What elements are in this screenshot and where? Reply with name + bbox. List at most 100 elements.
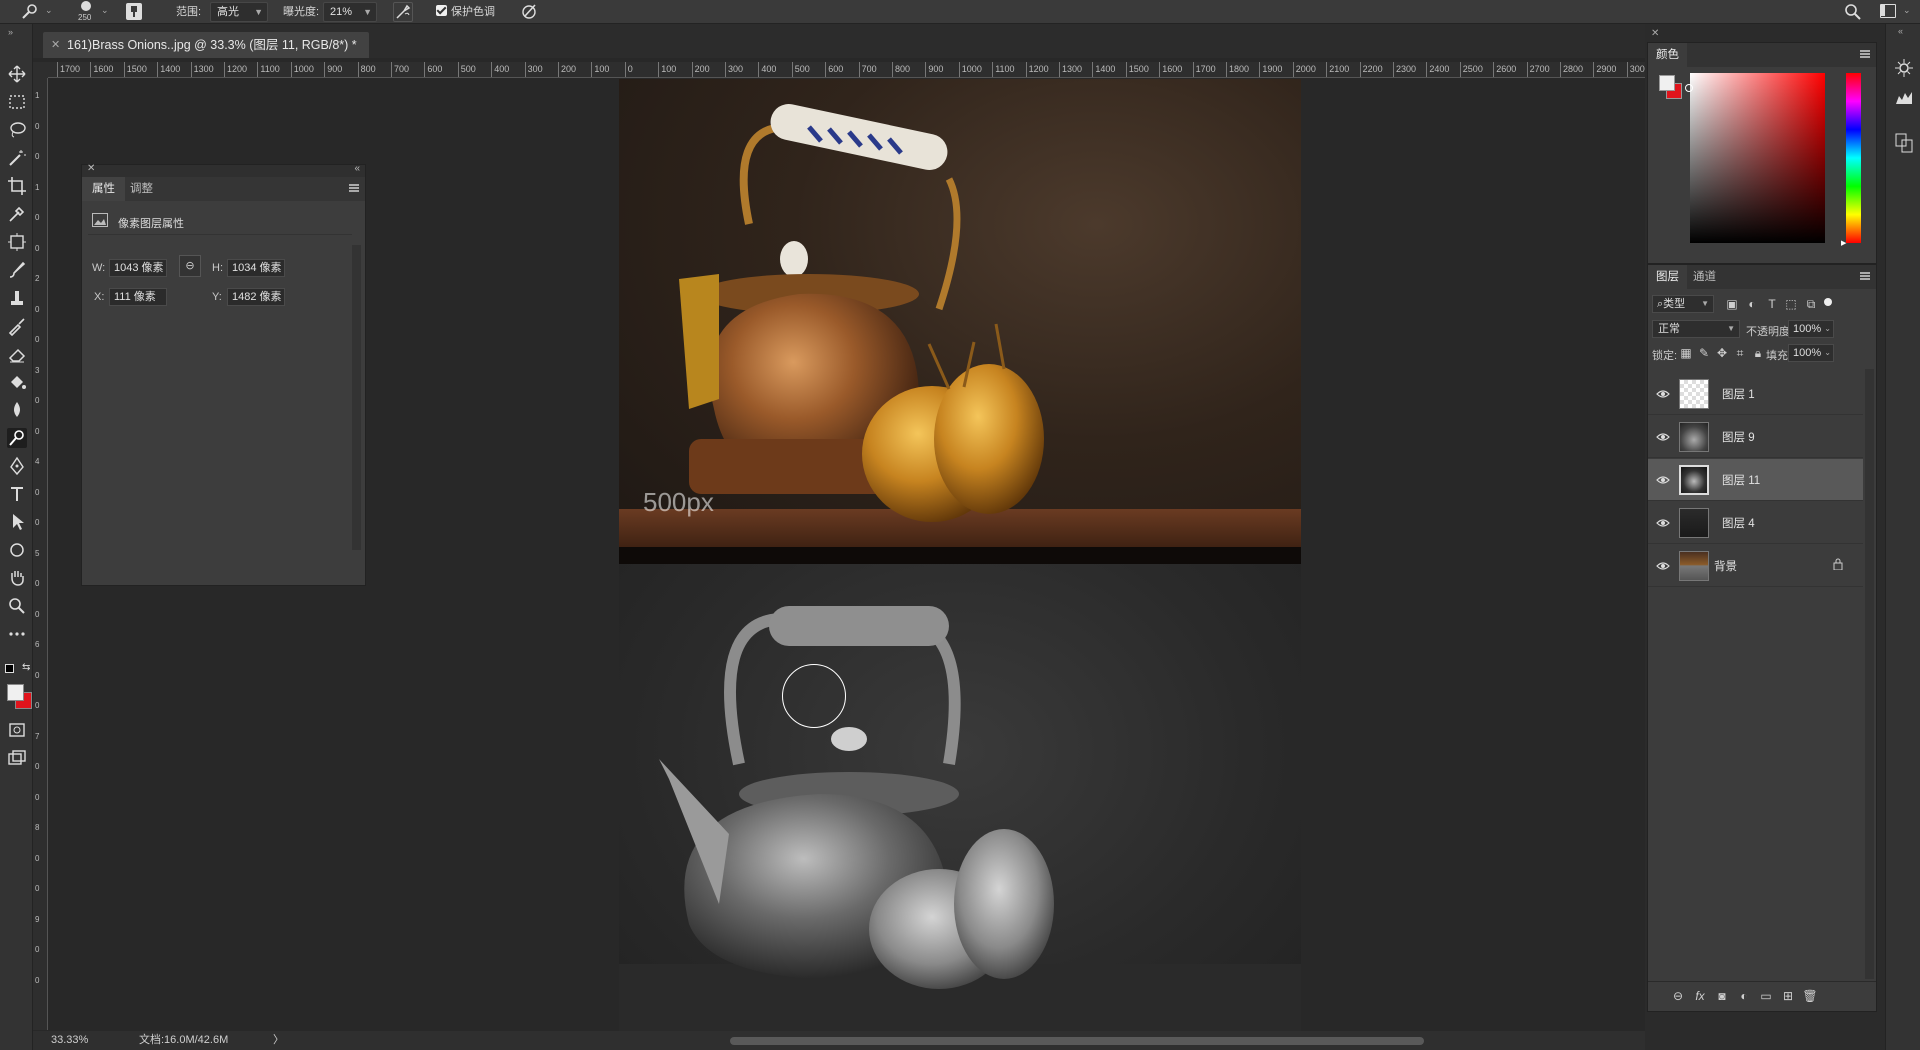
tab-adjustments[interactable]: 调整 [120,177,163,201]
document-tab[interactable]: ✕ 161)Brass Onions..jpg @ 33.3% (图层 11, … [43,32,369,58]
width-field[interactable]: 1043 像素 [109,259,167,277]
smart-object-filter-icon[interactable]: ⧉ [1803,296,1819,312]
chevron-down-icon[interactable]: ⌄ [101,5,109,16]
panel-menu-icon[interactable] [1860,50,1870,58]
lock-position-icon[interactable]: ✥ [1714,345,1730,361]
status-menu-arrow[interactable]: 〉 [273,1031,284,1050]
eraser-tool-icon[interactable] [7,344,27,364]
hue-slider-handle[interactable]: ▶ [1841,239,1846,247]
swap-colors-icon[interactable]: ⇆ [22,662,30,673]
workspace-icon[interactable] [1880,4,1896,18]
ellipse-tool-icon[interactable] [7,540,27,560]
tab-channels[interactable]: 通道 [1685,265,1724,289]
frame-tool-icon[interactable] [7,232,27,252]
hue-slider[interactable] [1846,73,1861,243]
blur-tool-icon[interactable] [7,400,27,420]
lasso-tool-icon[interactable] [7,120,27,140]
brightness-icon[interactable] [1894,58,1914,78]
protect-tones-checkbox[interactable]: 保护色调 [436,3,495,21]
brush-preview-icon[interactable] [78,0,94,12]
filter-toggle-icon[interactable] [1824,298,1832,306]
foreground-color-swatch[interactable] [7,684,24,701]
layer-row-selected[interactable]: 图层 11 [1648,459,1863,501]
collapse-toolbar-icon[interactable]: » [8,27,13,37]
vertical-ruler[interactable]: 1 0 0 1 0 0 2 0 0 3 0 0 4 0 0 5 0 0 6 0 0 7 0 0 8 0 0 9 0 0 [33,78,48,1030]
new-group-icon[interactable]: ▭ [1758,988,1774,1004]
color-field[interactable] [1690,73,1825,243]
search-icon[interactable] [1844,3,1862,21]
adjustment-filter-icon[interactable]: ◐ [1744,296,1760,312]
layer-row[interactable]: 图层 9 [1648,416,1863,458]
type-filter-icon[interactable]: T [1764,296,1780,312]
x-field[interactable]: 111 像素 [109,288,167,306]
foreground-color-swatch[interactable] [1659,75,1675,91]
lock-artboard-icon[interactable]: ⌗ [1732,345,1748,361]
chevron-down-icon[interactable]: ⌄ [1903,5,1911,16]
panel-menu-icon[interactable] [349,184,359,192]
brush-settings-icon[interactable] [126,3,142,20]
dodge-tool-icon[interactable] [7,428,27,448]
adjustment-layer-icon[interactable]: ◐ [1736,988,1752,1004]
airbrush-icon[interactable] [393,2,413,22]
layers-scrollbar[interactable] [1865,369,1874,979]
eye-icon[interactable] [1656,430,1670,444]
layer-row[interactable]: 图层 4 [1648,502,1863,544]
exposure-input[interactable]: 21% ▼ [323,2,377,22]
tab-color[interactable]: 颜色 [1648,43,1687,67]
blend-mode-select[interactable]: 正常 ▼ [1652,320,1740,338]
layer-row[interactable]: 背景 [1648,545,1863,587]
eyedropper-tool-icon[interactable] [7,204,27,224]
collapse-icon[interactable]: « [354,163,360,174]
screen-mode-icon[interactable] [7,748,27,768]
chevron-down-icon[interactable]: ⌄ [45,5,53,16]
hand-tool-icon[interactable] [7,568,27,588]
fill-input[interactable]: 100% ⌄ [1788,344,1834,362]
tab-properties[interactable]: 属性 [82,177,125,201]
histogram-icon[interactable] [1894,88,1914,108]
lock-all-icon[interactable]: 🔒︎ [1750,345,1766,361]
close-icon[interactable]: ✕ [51,32,60,58]
add-mask-icon[interactable]: ◙ [1714,988,1730,1004]
crop-tool-icon[interactable] [7,176,27,196]
link-layers-icon[interactable]: ⊖ [1670,988,1686,1004]
zoom-tool-icon[interactable] [7,596,27,616]
new-layer-icon[interactable]: ⊞ [1780,988,1796,1004]
magic-wand-tool-icon[interactable] [7,148,27,168]
eye-icon[interactable] [1656,559,1670,573]
history-brush-tool-icon[interactable] [7,316,27,337]
tab-layers[interactable]: 图层 [1648,265,1687,289]
clone-stamp-tool-icon[interactable] [7,288,27,308]
lock-pixels-icon[interactable]: ✎ [1696,345,1712,361]
more-tools-icon[interactable] [7,624,27,644]
opacity-input[interactable]: 100% ⌄ [1788,320,1834,338]
path-selection-tool-icon[interactable] [7,512,27,532]
glyphs-icon[interactable] [1894,132,1914,154]
horizontal-scrollbar[interactable] [730,1037,1424,1045]
collapse-dock-icon[interactable]: « [1898,26,1903,36]
pressure-size-icon[interactable] [520,2,538,20]
eye-icon[interactable] [1656,387,1670,401]
eye-icon[interactable] [1656,516,1670,530]
delete-layer-icon[interactable]: 🗑︎ [1802,988,1818,1004]
horizontal-ruler[interactable]: 1700 1600 1500 1400 1300 1200 1100 1000 900 800 70… [48,62,1645,78]
y-field[interactable]: 1482 像素 [227,288,285,306]
dodge-tool-preset-icon[interactable] [20,3,40,21]
pixel-filter-icon[interactable]: ▣ [1724,296,1740,312]
pen-tool-icon[interactable] [7,456,27,476]
shape-filter-icon[interactable]: ⬚ [1783,296,1799,312]
lock-transparent-icon[interactable]: ▦ [1678,345,1694,361]
marquee-tool-icon[interactable] [7,92,27,112]
fx-icon[interactable]: fx [1692,988,1708,1004]
move-tool-icon[interactable] [7,64,27,84]
height-field[interactable]: 1034 像素 [227,259,285,277]
quick-mask-icon[interactable] [7,720,27,740]
brush-tool-icon[interactable] [7,260,27,280]
close-icon[interactable]: ✕ [87,163,95,174]
type-tool-icon[interactable] [7,484,27,504]
layer-filter-select[interactable]: ⌕类型 ▼ [1652,295,1714,313]
paint-bucket-tool-icon[interactable] [7,372,27,392]
link-icon[interactable]: ⊖ [179,255,201,277]
layer-row[interactable]: 图层 1 [1648,373,1863,415]
panel-scrollbar[interactable] [352,245,361,550]
eye-icon[interactable] [1656,473,1670,487]
